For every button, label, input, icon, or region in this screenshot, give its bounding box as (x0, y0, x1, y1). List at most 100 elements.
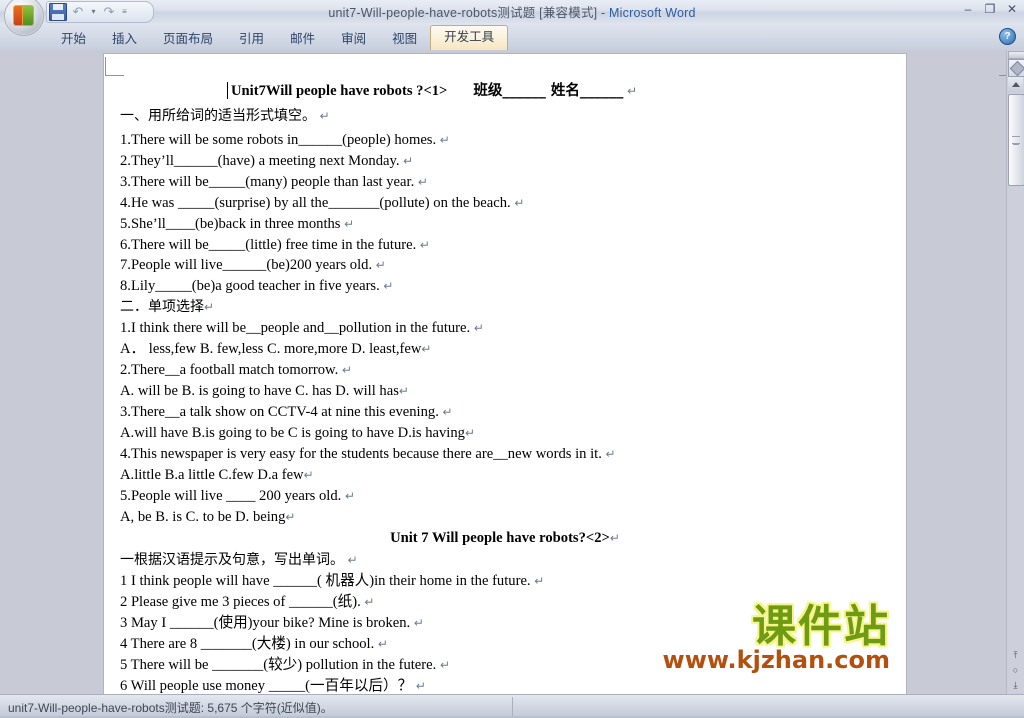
ribbon-tab-6[interactable]: 审阅 (328, 28, 379, 50)
section-2-heading-text: 二．单项选择 (120, 299, 204, 315)
section-3-item-5-text: 5 There will be _______(较少) pollution in… (120, 657, 437, 673)
section-2-answers-4-text: A.little B.a little C.few D.a few (120, 467, 304, 483)
paragraph-mark-icon: ↵ (403, 154, 414, 168)
paragraph-mark-icon: ↵ (605, 447, 616, 461)
ribbon-tabs: 开始 插入 页面布局 引用 邮件 审阅 视图 开发工具 (48, 23, 509, 50)
section-2-answers-1: A． less,few B. few,less C. more,more D. … (120, 342, 431, 357)
previous-page-icon[interactable]: ⤒ (1008, 648, 1023, 663)
section-2-answers-5: A, be B. is C. to be D. being↵ (120, 510, 295, 525)
section-3-item-6: 6 Will people use money _____(一百年以后）？ ↵ (120, 679, 426, 694)
window-title-document: unit7-Will-people-have-robots测试题 (328, 6, 536, 20)
section-2-question-4-text: 4.This newspaper is very easy for the st… (120, 446, 602, 462)
paragraph-mark-icon: ↵ (415, 679, 426, 693)
paragraph-mark-icon: ↵ (421, 342, 432, 356)
paragraph-mark-icon: ↵ (204, 300, 215, 314)
paragraph-mark-icon: ↵ (398, 384, 409, 398)
status-bar: unit7-Will-people-have-robots测试题: 5,675 … (0, 694, 1024, 718)
section-3-item-6-text: 6 Will people use money _____(一百年以后）？ (120, 678, 413, 694)
paragraph-mark-icon: ↵ (413, 616, 424, 630)
paragraph-mark-icon: ↵ (319, 109, 330, 123)
section-3-item-4: 4 There are 8 _______(大楼) in our school.… (120, 637, 388, 652)
doc-title-1-text: Unit7Will people have robots ?<1> (231, 83, 448, 99)
section-3-item-4-text: 4 There are 8 _______(大楼) in our school. (120, 636, 375, 652)
browse-object-circle-icon[interactable]: ○ (1008, 663, 1023, 678)
section-3-item-2-text: 2 Please give me 3 pieces of ______(纸). (120, 594, 361, 610)
section-2-question-1: 1.I think there will be__people and__pol… (120, 321, 484, 336)
section-2-question-4: 4.This newspaper is very easy for the st… (120, 447, 616, 462)
paragraph-mark-icon: ↵ (347, 553, 358, 567)
section-1-item-3-text: 3.There will be_____(many) people than l… (120, 174, 415, 190)
text-cursor (227, 82, 228, 99)
section-1-item-1-text: 1.There will be some robots in______(peo… (120, 132, 437, 148)
paragraph-mark-icon: ↵ (417, 175, 428, 189)
section-1-item-4-text: 4.He was _____(surprise) by all the_____… (120, 195, 511, 211)
section-3-item-2: 2 Please give me 3 pieces of ______(纸). … (120, 595, 374, 610)
paragraph-mark-icon: ↵ (419, 238, 430, 252)
section-2-question-2-text: 2.There__a football match tomorrow. (120, 362, 339, 378)
section-3-heading-text: 一根据汉语提示及句意，写出单词。 (120, 552, 344, 568)
section-1-item-5: 5.She’ll____(be)back in three months ↵ (120, 217, 354, 232)
section-1-item-2: 2.They’ll______(have) a meeting next Mon… (120, 154, 413, 169)
minimize-button[interactable]: – (960, 2, 976, 16)
section-1-heading-text: 一、用所给词的适当形式填空。 (120, 108, 316, 124)
paragraph-mark-icon: ↵ (439, 133, 450, 147)
ribbon-tab-5[interactable]: 邮件 (277, 28, 328, 50)
section-1-item-6-text: 6.There will be_____(little) free time i… (120, 237, 417, 253)
ribbon-tab-7[interactable]: 视图 (379, 28, 430, 50)
section-2-answers-2: A. will be B. is going to have C. has D.… (120, 384, 409, 399)
ribbon-tab-2[interactable]: 插入 (99, 28, 150, 50)
paragraph-mark-icon: ↵ (383, 279, 394, 293)
section-2-answers-3-text: A.will have B.is going to be C is going … (120, 425, 465, 441)
next-page-icon[interactable]: ⤓ (1008, 678, 1023, 693)
word-application-window: ↶ ▾ ↷ ≡ unit7-Will-people-have-robots测试题… (0, 0, 1024, 718)
document-page[interactable]: Unit7Will people have robots ?<1> 班级_____… (104, 54, 906, 695)
paragraph-mark-icon: ↵ (609, 531, 620, 545)
margin-corner-top-left (105, 57, 124, 76)
ribbon-tab-4[interactable]: 引用 (226, 28, 277, 50)
help-icon[interactable]: ? (999, 28, 1016, 45)
section-2-question-3: 3.There__a talk show on CCTV-4 at nine t… (120, 405, 453, 420)
paragraph-mark-icon: ↵ (303, 468, 314, 482)
section-1-item-4: 4.He was _____(surprise) by all the_____… (120, 196, 524, 211)
section-3-item-5: 5 There will be _______(较少) pollution in… (120, 658, 450, 673)
section-1-item-8: 8.Lily_____(be)a good teacher in five ye… (120, 279, 393, 294)
doc-title-1: Unit7Will people have robots ?<1> 班级_____… (231, 84, 637, 99)
close-button[interactable]: ✕ (1004, 2, 1020, 16)
paragraph-mark-icon: ↵ (377, 637, 388, 651)
section-1-item-5-text: 5.She’ll____(be)back in three months (120, 216, 341, 232)
paragraph-mark-icon: ↵ (514, 196, 525, 210)
section-2-question-2: 2.There__a football match tomorrow. ↵ (120, 363, 352, 378)
section-3-heading: 一根据汉语提示及句意，写出单词。 ↵ (120, 553, 358, 568)
paragraph-mark-icon: ↵ (473, 321, 484, 335)
scroll-up-icon[interactable] (1008, 77, 1023, 92)
section-2-answers-3: A.will have B.is going to be C is going … (120, 426, 475, 441)
ribbon-tab-1[interactable]: 开始 (48, 28, 99, 50)
paragraph-mark-icon: ↵ (344, 489, 356, 503)
ribbon-tab-3[interactable]: 页面布局 (150, 28, 226, 50)
paragraph-mark-icon: ↵ (439, 658, 450, 672)
section-1-item-8-text: 8.Lily_____(be)a good teacher in five ye… (120, 278, 380, 294)
scrollbar-bottom-buttons: ⤒ ○ ⤓ (1008, 648, 1023, 693)
section-1-item-2-text: 2.They’ll______(have) a meeting next Mon… (120, 153, 400, 169)
scrollbar-thumb[interactable] (1008, 94, 1024, 186)
select-browse-object-icon[interactable] (1008, 59, 1024, 77)
status-word-count: unit7-Will-people-have-robots测试题: 5,675 … (8, 701, 333, 715)
ribbon-tab-8[interactable]: 开发工具 (430, 25, 509, 50)
section-3-item-3-text: 3 May I ______(使用)your bike? Mine is bro… (120, 615, 411, 631)
section-2-answers-2-text: A. will be B. is going to have C. has D.… (120, 383, 399, 399)
document-work-area[interactable]: Unit7Will people have robots ?<1> 班级_____… (0, 50, 1024, 695)
section-2-question-5-text: 5.People will live ____ 200 years old. (120, 488, 342, 504)
vertical-scrollbar[interactable]: ⤒ ○ ⤓ (1006, 50, 1024, 695)
section-2-question-1-text: 1.I think there will be__people and__pol… (120, 320, 471, 336)
section-1-heading: 一、用所给词的适当形式填空。 ↵ (120, 109, 330, 124)
section-2-answers-5-text: A, be B. is C. to be D. being (120, 509, 286, 525)
doc-title-2: Unit 7 Will people have robots?<2>↵ (104, 531, 906, 546)
section-2-heading: 二．单项选择↵ (120, 300, 214, 315)
office-logo-icon (13, 5, 34, 26)
document-body[interactable]: Unit7Will people have robots ?<1> 班级_____… (104, 54, 906, 695)
paragraph-mark-icon: ↵ (285, 510, 296, 524)
section-1-item-7-text: 7.People will live______(be)200 years ol… (120, 257, 373, 273)
split-handle[interactable] (1008, 51, 1024, 59)
restore-button[interactable]: ❐ (982, 2, 998, 16)
section-2-question-5: 5.People will live ____ 200 years old. ↵ (120, 489, 355, 504)
